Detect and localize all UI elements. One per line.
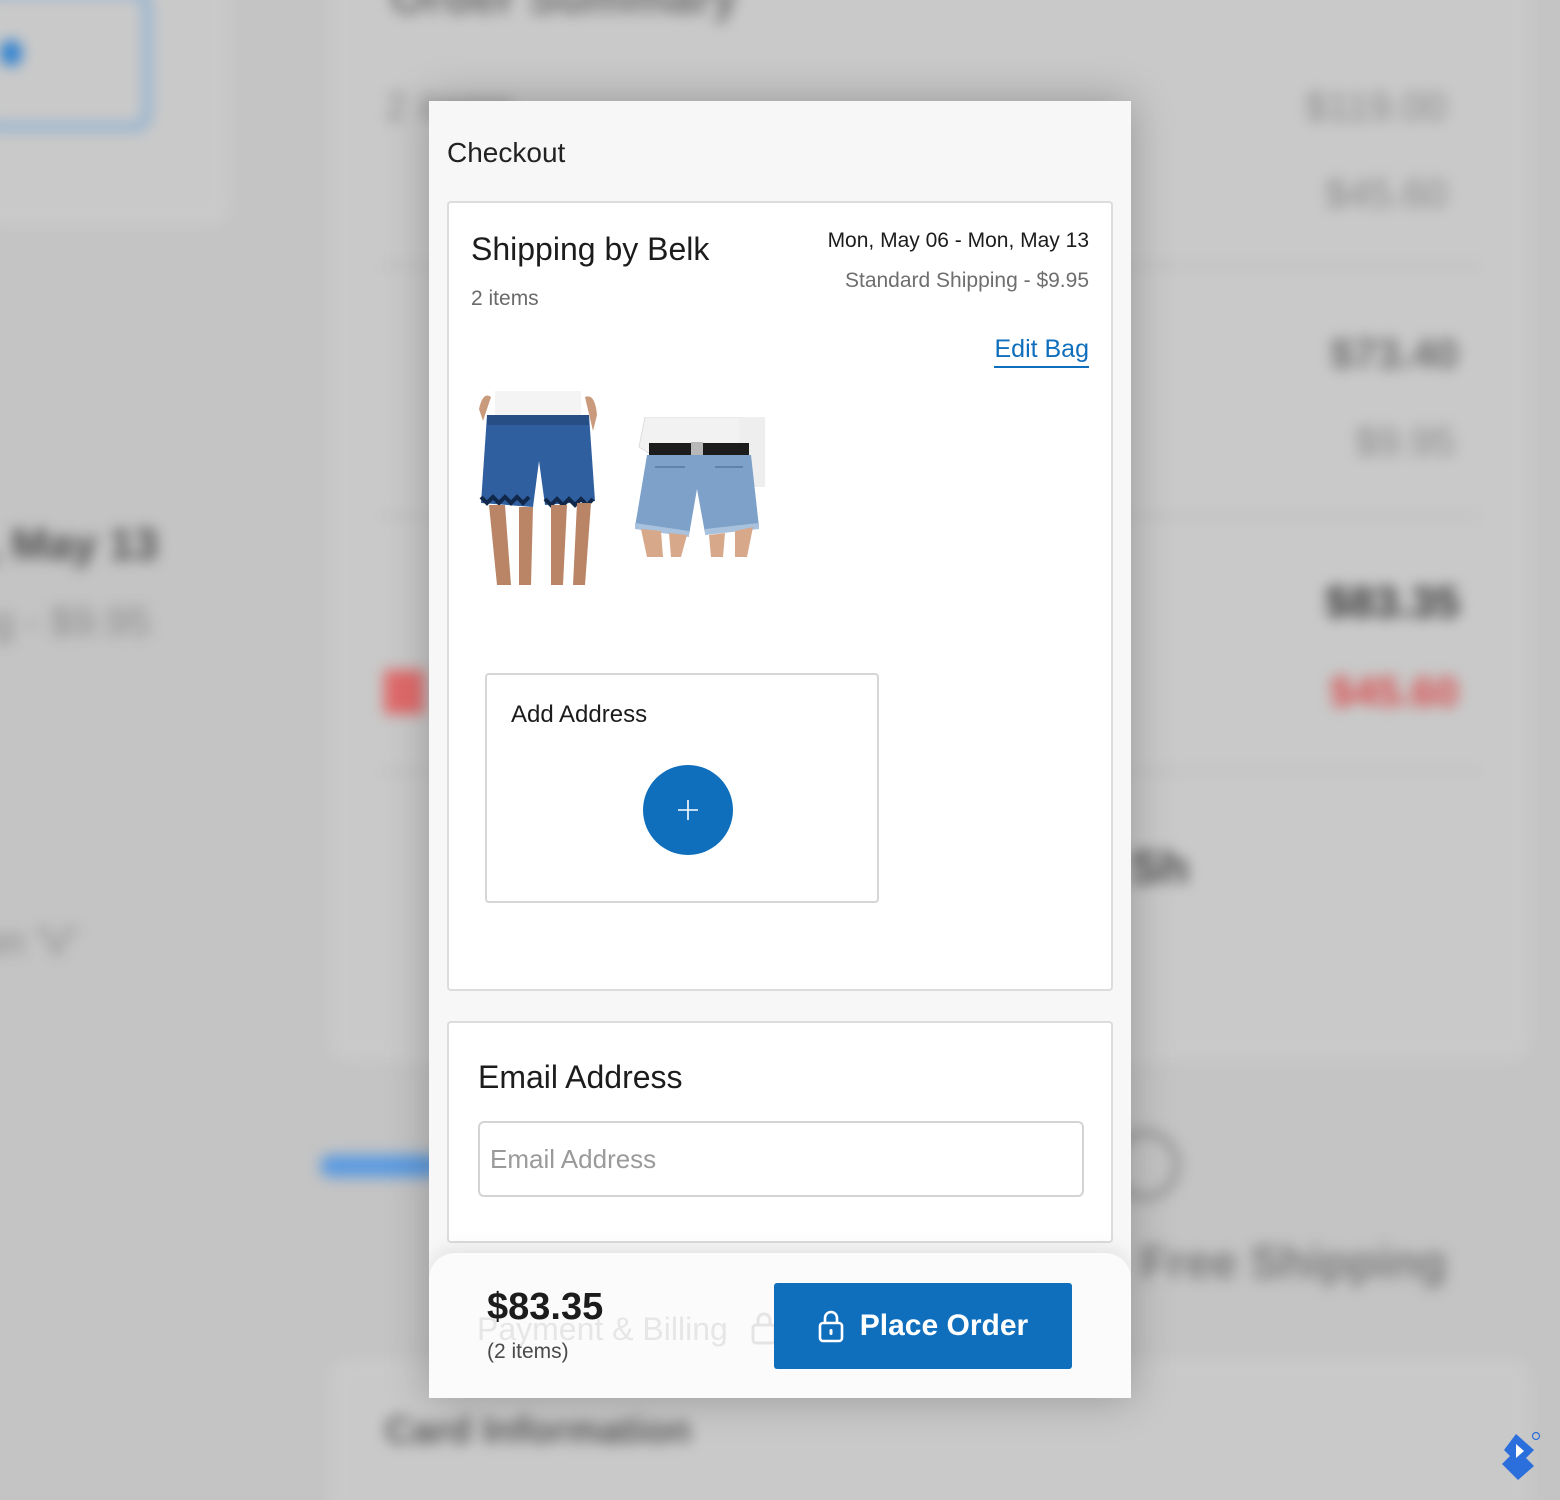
background-text: Sh <box>1130 841 1189 893</box>
background-text: $73.40 <box>1330 330 1459 377</box>
background-text: on 'V' <box>0 920 78 964</box>
background-text: n, May 13 <box>0 520 159 569</box>
add-address-label: Add Address <box>511 701 648 728</box>
email-section-title: Email Address <box>478 1059 683 1095</box>
background-dot <box>0 40 22 66</box>
background-text: $83.35 <box>1325 578 1460 627</box>
background-text: $45.60 <box>1325 172 1448 216</box>
product-image-denim-shorts[interactable] <box>625 416 767 581</box>
background-selected-tile <box>0 0 150 130</box>
background-text: Card Information <box>385 1410 692 1452</box>
background-text: $119.00 <box>1305 85 1447 129</box>
brand-logo <box>1496 1430 1542 1487</box>
plus-icon <box>678 800 698 820</box>
order-footer: Payment & Billing $83.35 (2 items) Place… <box>429 1253 1131 1398</box>
place-order-label: Place Order <box>859 1309 1029 1342</box>
shipping-card: Shipping by Belk 2 items Mon, May 06 - M… <box>447 201 1113 991</box>
delivery-dates: Mon, May 06 - Mon, May 13 <box>827 229 1089 252</box>
background-heading: Order Summary <box>390 0 738 24</box>
add-address-card[interactable]: Add Address <box>485 673 879 903</box>
shipping-item-count: 2 items <box>471 287 539 310</box>
page-title: Checkout <box>447 137 566 168</box>
background-text: $9.95 <box>1355 420 1456 464</box>
lock-icon <box>818 1310 844 1343</box>
order-item-count: (2 items) <box>487 1340 569 1363</box>
add-address-button[interactable] <box>643 765 733 855</box>
product-image-blue-shorts[interactable] <box>473 391 603 587</box>
background-red-mark <box>384 670 424 714</box>
background-progress <box>320 1155 440 1177</box>
order-total: $83.35 <box>487 1286 604 1328</box>
email-card: Email Address <box>447 1021 1113 1243</box>
background-text: $45.60 <box>1330 668 1459 715</box>
edit-bag-link[interactable]: Edit Bag <box>994 335 1089 368</box>
shipping-method: Standard Shipping - $9.95 <box>844 269 1089 292</box>
background-text: ng - $9.95 <box>0 600 151 644</box>
blue-shorts-image <box>479 391 597 585</box>
background-card <box>0 0 230 225</box>
email-field[interactable] <box>478 1121 1084 1197</box>
denim-shorts-image <box>635 416 765 557</box>
background-text: Free Shipping <box>1140 1236 1447 1288</box>
shipping-title: Shipping by Belk <box>471 231 710 267</box>
checkout-modal: Checkout Shipping by Belk 2 items Mon, M… <box>429 101 1131 1398</box>
place-order-button[interactable]: Place Order <box>774 1283 1072 1369</box>
